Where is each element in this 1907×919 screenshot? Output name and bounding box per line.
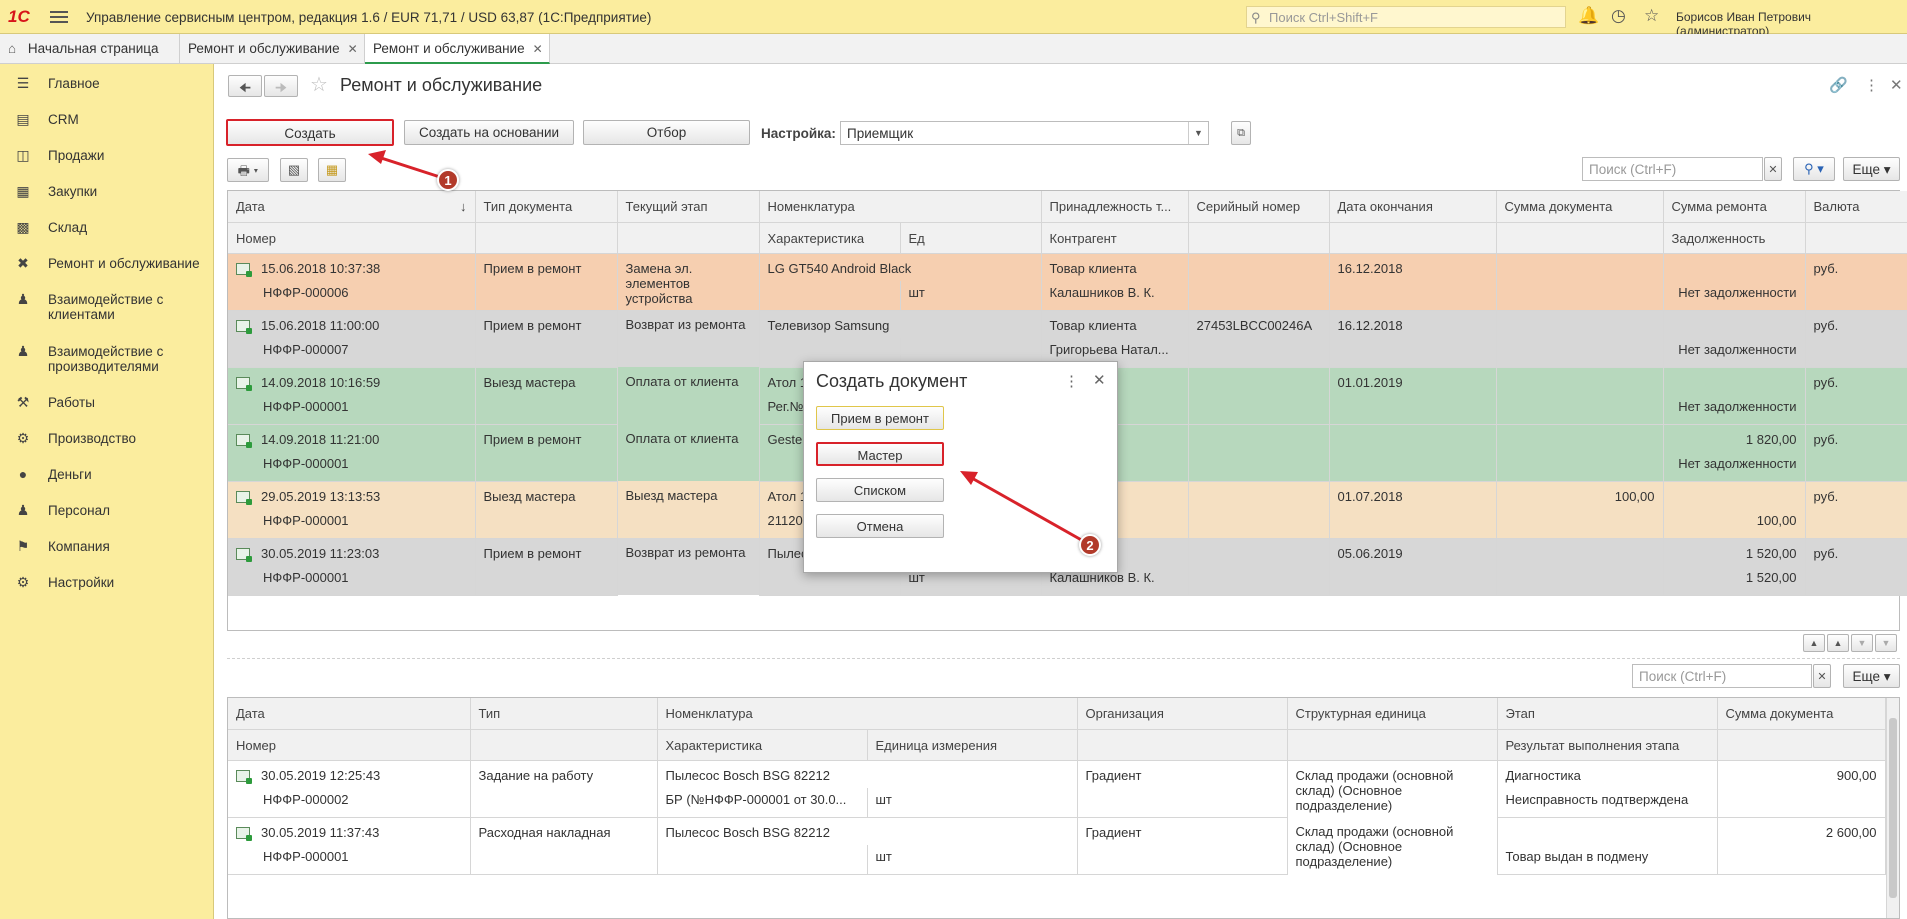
step-badge-2: 2 — [1079, 534, 1101, 556]
arrow-2-line — [969, 475, 1086, 544]
arrow-2-head — [960, 471, 978, 485]
step-badge-1: 1 — [437, 169, 459, 191]
arrow-1-line — [377, 155, 444, 180]
arrow-1-head — [368, 150, 386, 164]
annotation-arrows — [368, 150, 1086, 544]
